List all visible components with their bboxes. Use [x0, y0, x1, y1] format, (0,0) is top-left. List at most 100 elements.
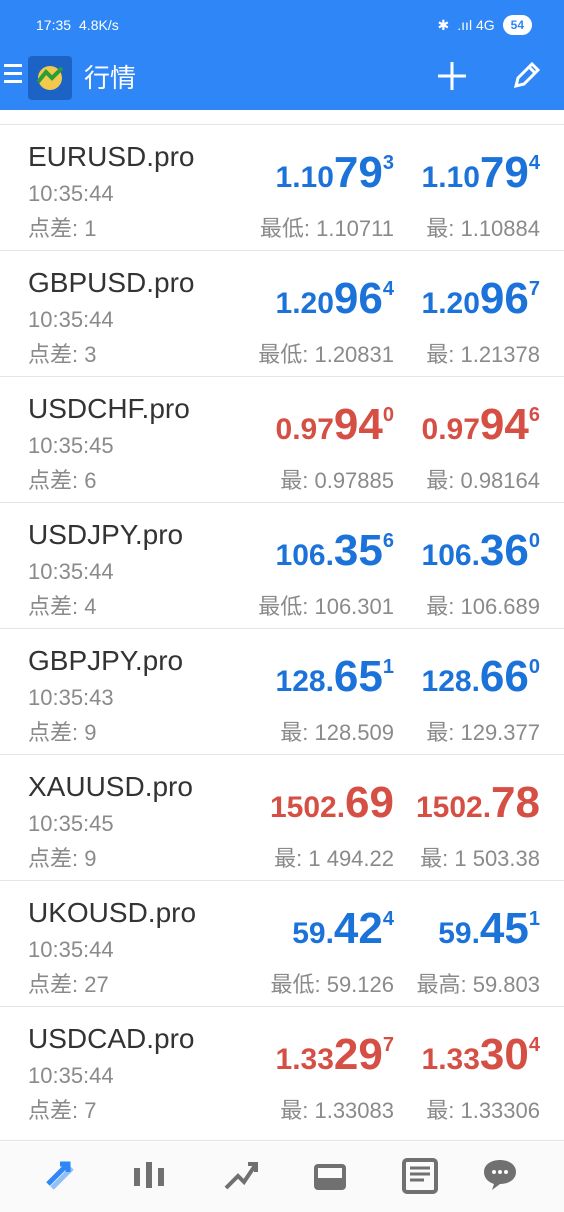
high-value: 106.689 — [460, 594, 540, 619]
high-price: 最: 1.10884 — [426, 211, 540, 243]
signal-text: .ııl 4G — [457, 17, 495, 33]
spread-label: 点差: — [28, 468, 79, 493]
high-price: 最: 1 503.38 — [420, 841, 540, 873]
logo-svg — [36, 66, 64, 90]
ask-main: 1.20 — [421, 287, 480, 320]
trade-icon[interactable] — [218, 1154, 262, 1198]
ask-big: 79 — [479, 148, 529, 197]
top-bar: 17:35 4.8K/s ✱ .ııl 4G 54 行情 — [0, 0, 564, 110]
ask-sup: 4 — [528, 1034, 540, 1056]
high-label: 最: — [426, 468, 455, 493]
status-bar: 17:35 4.8K/s ✱ .ııl 4G 54 — [0, 0, 564, 50]
ask-main: 106. — [421, 539, 480, 572]
ask-main: 1.33 — [421, 1043, 480, 1076]
high-label: 最: — [426, 342, 455, 367]
ask-sup: 7 — [528, 278, 540, 300]
quote-time: 10:35:43 — [28, 685, 114, 710]
low-price: 最低: 106.301 — [258, 589, 394, 621]
low-value: 1.10711 — [316, 216, 394, 241]
ask-big: 45 — [479, 904, 529, 953]
quote-time: 10:35:45 — [28, 433, 114, 458]
low-value: 1.33083 — [314, 1098, 394, 1123]
quote-time: 10:35:44 — [28, 937, 114, 962]
ask-big: 96 — [479, 274, 529, 323]
high-label: 最: — [426, 216, 455, 241]
spread-label: 点差: — [28, 1098, 79, 1123]
ask-price: 1.33304 — [300, 1021, 540, 1089]
high-value: 1.33306 — [460, 1098, 540, 1123]
ask-price: 106.360 — [300, 517, 540, 585]
history-icon[interactable] — [308, 1154, 352, 1198]
quote-row[interactable]: EURUSD.pro 10:35:44 点差: 1 1.10793 1.1079… — [0, 124, 564, 250]
quote-row[interactable]: UKOUSD.pro 10:35:44 点差: 27 59.424 59.451… — [0, 880, 564, 1006]
menu-line-middle — [4, 72, 22, 75]
high-value: 0.98164 — [460, 468, 540, 493]
ask-price: 0.97946 — [300, 391, 540, 459]
status-left: 17:35 4.8K/s — [36, 0, 119, 50]
low-price: 最: 1.33083 — [280, 1093, 394, 1125]
messages-icon-svg — [484, 1160, 516, 1190]
low-label: 最低: — [259, 216, 310, 241]
add-icon[interactable] — [434, 58, 470, 94]
messages-icon[interactable] — [478, 1154, 522, 1198]
spread-label: 点差: — [28, 594, 79, 619]
high-price: 最: 106.689 — [426, 589, 540, 621]
ask-price: 1502.78 — [300, 769, 540, 837]
high-label: 最: — [426, 1098, 455, 1123]
edit-icon-svg — [513, 61, 541, 89]
low-price: 最低: 1.20831 — [258, 337, 394, 369]
spread-label: 点差: — [28, 342, 79, 367]
battery-indicator: 54 — [502, 15, 532, 35]
low-price: 最低: 59.126 — [270, 967, 394, 999]
spread: 点差: 1 — [28, 211, 97, 243]
spread: 点差: 6 — [28, 463, 97, 495]
low-value: 1.20831 — [314, 342, 394, 367]
ask-big: 94 — [479, 400, 529, 449]
edit-icon[interactable] — [508, 58, 544, 94]
ask-price: 1.20967 — [300, 265, 540, 333]
quote-row[interactable]: USDCHF.pro 10:35:45 点差: 6 0.97940 0.9794… — [0, 376, 564, 502]
spread: 点差: 9 — [28, 841, 97, 873]
ask-price: 128.660 — [300, 643, 540, 711]
app-bar: 行情 — [0, 50, 564, 110]
high-label: 最高: — [416, 972, 467, 997]
menu-line-top — [4, 64, 22, 67]
low-label: 最: — [280, 720, 309, 745]
news-icon[interactable] — [398, 1154, 442, 1198]
ask-sup: 0 — [528, 530, 540, 552]
spread-value: 27 — [84, 972, 109, 997]
quotes-list: EURUSD.pro 10:35:44 点差: 1 1.10793 1.1079… — [0, 124, 564, 1132]
spread: 点差: 3 — [28, 337, 97, 369]
ask-sup: 0 — [528, 656, 540, 678]
bluetooth-icon: ✱ — [437, 17, 450, 33]
ask-main: 0.97 — [421, 413, 480, 446]
ask-main: 128. — [421, 665, 480, 698]
chart-icon-svg — [134, 1162, 164, 1188]
chart-icon[interactable] — [128, 1154, 172, 1198]
ask-price: 1.10794 — [300, 139, 540, 207]
quote-row[interactable]: USDCAD.pro 10:35:44 点差: 7 1.33297 1.3330… — [0, 1006, 564, 1132]
ask-sup: 1 — [528, 908, 540, 930]
menu-icon[interactable] — [4, 64, 22, 84]
high-price: 最高: 59.803 — [416, 967, 540, 999]
quote-row[interactable]: GBPJPY.pro 10:35:43 点差: 9 128.651 128.66… — [0, 628, 564, 754]
ask-big: 36 — [479, 526, 529, 575]
spread-label: 点差: — [28, 216, 79, 241]
menu-line-bottom — [4, 80, 22, 83]
bottom-divider — [0, 1140, 564, 1141]
low-value: 1 494.22 — [308, 846, 394, 871]
quotes-icon-svg — [46, 1161, 74, 1190]
spread: 点差: 7 — [28, 1093, 97, 1125]
low-label: 最低: — [258, 594, 309, 619]
low-value: 59.126 — [326, 972, 394, 997]
quote-row[interactable]: XAUUSD.pro 10:35:45 点差: 9 1502.69 1502.7… — [0, 754, 564, 880]
quote-row[interactable]: USDJPY.pro 10:35:44 点差: 4 106.356 106.36… — [0, 502, 564, 628]
quote-row[interactable]: GBPUSD.pro 10:35:44 点差: 3 1.20964 1.2096… — [0, 250, 564, 376]
high-price: 最: 0.98164 — [426, 463, 540, 495]
status-speed: 4.8K/s — [79, 17, 119, 33]
low-price: 最低: 1.10711 — [260, 211, 394, 243]
high-label: 最: — [426, 720, 455, 745]
history-icon-svg — [314, 1164, 346, 1190]
quotes-icon[interactable] — [38, 1154, 82, 1198]
low-label: 最: — [274, 846, 303, 871]
